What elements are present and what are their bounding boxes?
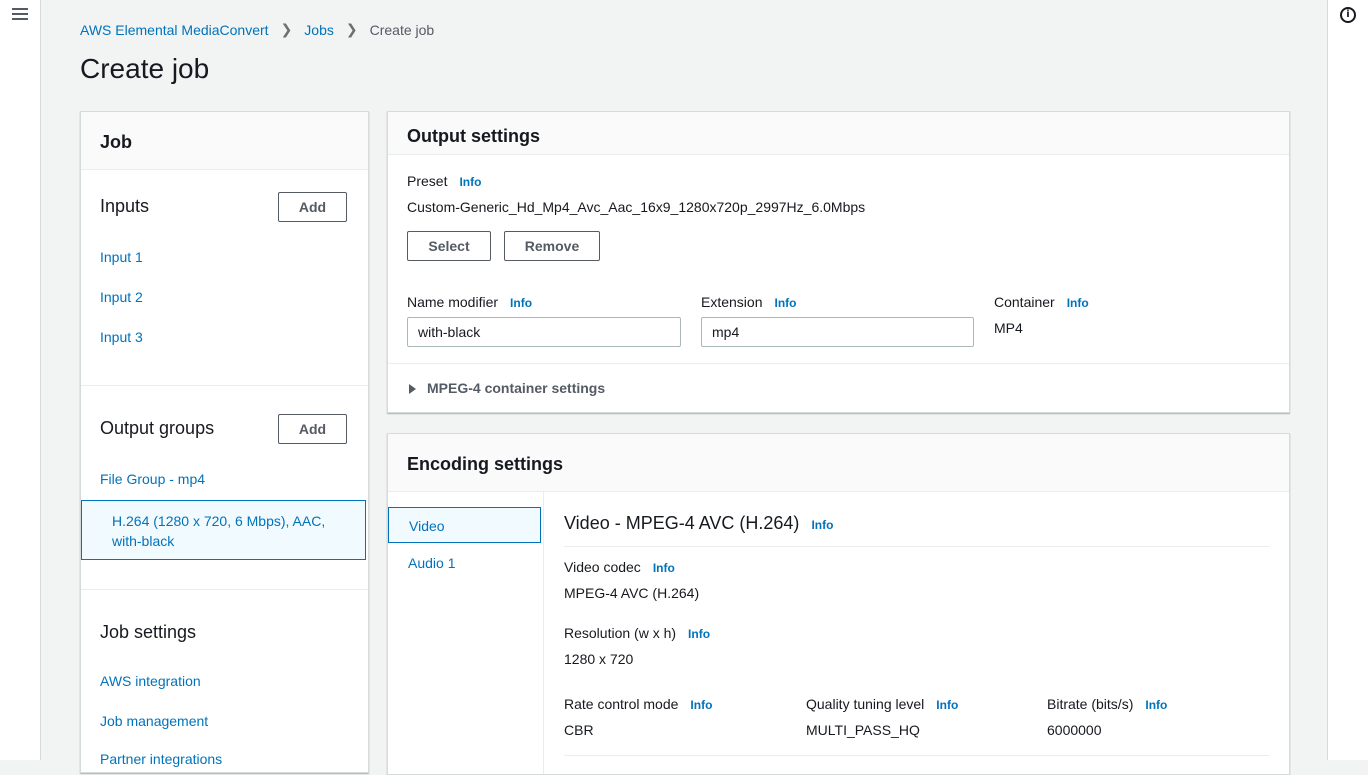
output-groups-title: Output groups: [100, 418, 215, 438]
encoding-settings-panel: Encoding settings Video Audio 1 Video - …: [387, 433, 1290, 775]
bitrate-value: 6000000: [1047, 722, 1102, 738]
job-management-link[interactable]: Job management: [100, 713, 208, 729]
container-value: MP4: [994, 320, 1023, 336]
name-modifier-label-text: Name modifier: [407, 294, 499, 310]
mpeg4-container-settings-label: MPEG-4 container settings: [427, 380, 606, 396]
extension-input[interactable]: [701, 317, 974, 347]
tab-video[interactable]: Video: [388, 507, 541, 543]
name-modifier-label: Name modifier Info: [407, 294, 532, 310]
add-output-group-button[interactable]: Add: [278, 414, 347, 444]
name-modifier-info-link[interactable]: Info: [510, 296, 532, 310]
preset-label: Preset Info: [407, 173, 481, 189]
divider: [564, 546, 1269, 547]
input-3-link[interactable]: Input 3: [100, 329, 143, 345]
video-codec-label: Video codec Info: [564, 559, 675, 575]
breadcrumb: AWS Elemental MediaConvert ❯ Jobs ❯ Crea…: [80, 21, 434, 38]
quality-tuning-value: MULTI_PASS_HQ: [806, 722, 920, 738]
breadcrumb-mediaconvert[interactable]: AWS Elemental MediaConvert: [80, 22, 269, 38]
job-settings-title: Job settings: [100, 622, 197, 642]
info-icon[interactable]: i: [1340, 7, 1356, 23]
page-title: Create job: [80, 53, 210, 84]
selected-output-item[interactable]: H.264 (1280 x 720, 6 Mbps), AAC, with-bl…: [81, 500, 366, 560]
divider: [564, 755, 1269, 756]
extension-label-text: Extension: [701, 294, 763, 310]
rate-control-label: Rate control mode Info: [564, 696, 712, 712]
resolution-label: Resolution (w x h) Info: [564, 625, 710, 641]
output-settings-panel: Output settings Preset Info Custom-Generi…: [387, 111, 1290, 413]
input-2-link[interactable]: Input 2: [100, 289, 143, 305]
resolution-info-link[interactable]: Info: [688, 627, 710, 641]
bitrate-label: Bitrate (bits/s) Info: [1047, 696, 1167, 712]
video-info-link[interactable]: Info: [811, 518, 833, 532]
mpeg4-container-settings-expander[interactable]: MPEG-4 container settings: [388, 363, 1289, 412]
add-input-button[interactable]: Add: [278, 192, 347, 222]
menu-icon[interactable]: [12, 8, 28, 22]
name-modifier-input[interactable]: [407, 317, 681, 347]
container-label-text: Container: [994, 294, 1055, 310]
encoding-settings-title: Encoding settings: [388, 434, 1289, 492]
rate-control-value: CBR: [564, 722, 594, 738]
job-panel-title: Job: [81, 112, 368, 170]
remove-preset-button[interactable]: Remove: [504, 231, 600, 261]
bitrate-info-link[interactable]: Info: [1145, 698, 1167, 712]
select-preset-button[interactable]: Select: [407, 231, 491, 261]
breadcrumb-jobs[interactable]: Jobs: [304, 22, 334, 38]
bitrate-label-text: Bitrate (bits/s): [1047, 696, 1134, 712]
partner-integrations-link[interactable]: Partner integrations: [100, 751, 222, 767]
side-navigation-rail: [0, 0, 41, 760]
video-section-title: Video - MPEG-4 AVC (H.264) Info: [564, 513, 833, 534]
job-navigation-panel: Job Inputs Add Input 1 Input 2 Input 3 O…: [80, 111, 369, 773]
inputs-title: Inputs: [100, 196, 150, 216]
aws-integration-link[interactable]: AWS integration: [100, 673, 201, 689]
caret-right-icon: [409, 384, 416, 394]
resolution-value: 1280 x 720: [564, 651, 634, 667]
quality-tuning-label-text: Quality tuning level: [806, 696, 925, 712]
divider: [81, 589, 368, 590]
rate-control-info-link[interactable]: Info: [690, 698, 712, 712]
resolution-label-text: Resolution (w x h): [564, 625, 677, 641]
video-codec-info-link[interactable]: Info: [653, 561, 675, 575]
extension-label: Extension Info: [701, 294, 796, 310]
rate-control-label-text: Rate control mode: [564, 696, 679, 712]
encoding-tabs: Video Audio 1: [388, 492, 544, 774]
divider: [81, 385, 368, 386]
extension-info-link[interactable]: Info: [774, 296, 796, 310]
input-1-link[interactable]: Input 1: [100, 249, 143, 265]
chevron-right-icon: ❯: [345, 21, 358, 37]
container-label: Container Info: [994, 294, 1089, 310]
quality-tuning-label: Quality tuning level Info: [806, 696, 958, 712]
preset-value: Custom-Generic_Hd_Mp4_Avc_Aac_16x9_1280x…: [407, 199, 866, 215]
help-panel-rail: i: [1327, 0, 1368, 760]
video-codec-label-text: Video codec: [564, 559, 641, 575]
quality-tuning-info-link[interactable]: Info: [936, 698, 958, 712]
preset-info-link[interactable]: Info: [459, 175, 481, 189]
output-settings-title: Output settings: [388, 112, 1289, 155]
breadcrumb-current: Create job: [369, 21, 435, 38]
file-group-link[interactable]: File Group - mp4: [100, 471, 205, 487]
preset-label-text: Preset: [407, 173, 448, 189]
chevron-right-icon: ❯: [280, 21, 293, 37]
tab-audio-1[interactable]: Audio 1: [408, 555, 455, 571]
container-info-link[interactable]: Info: [1067, 296, 1089, 310]
video-codec-value: MPEG-4 AVC (H.264): [564, 585, 700, 601]
video-section-title-text: Video - MPEG-4 AVC (H.264): [564, 513, 800, 533]
